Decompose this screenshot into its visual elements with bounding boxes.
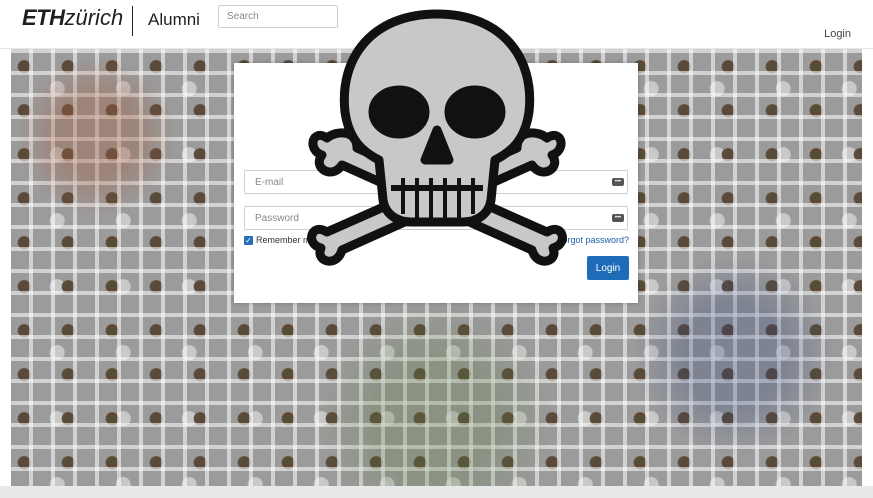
page-bottom-strip — [0, 486, 873, 498]
autofill-key-icon[interactable]: ••• — [612, 178, 624, 186]
skull-and-crossbones-icon — [307, 9, 567, 266]
logo-zurich-text: zürich — [64, 5, 124, 30]
login-button[interactable]: Login — [587, 256, 629, 280]
logo-divider — [132, 6, 133, 36]
site-name[interactable]: Alumni — [148, 10, 200, 30]
logo-eth-text: ETH — [22, 5, 65, 30]
remember-me-checkbox[interactable]: ✓ — [244, 235, 253, 245]
eth-zurich-logo[interactable]: ETHzürich — [22, 5, 123, 31]
autofill-key-icon[interactable]: ••• — [612, 214, 624, 222]
header-login-link[interactable]: Login — [824, 28, 851, 40]
